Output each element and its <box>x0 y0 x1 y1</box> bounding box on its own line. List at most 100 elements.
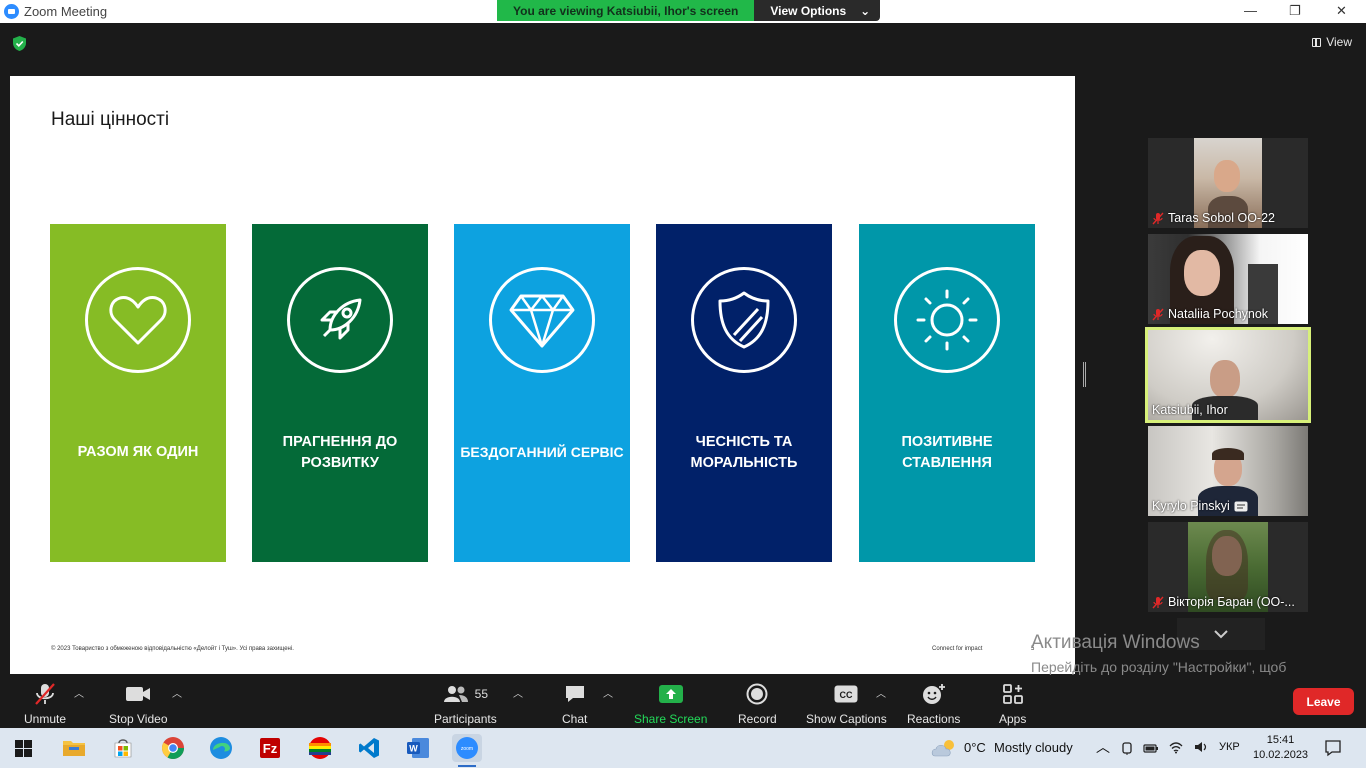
view-button[interactable]: View <box>1312 35 1352 49</box>
pride-app-taskbar-icon[interactable] <box>305 734 335 762</box>
window-title: Zoom Meeting <box>24 4 108 19</box>
chat-bubble-icon <box>565 685 584 702</box>
notifications-icon[interactable] <box>1324 739 1342 757</box>
sun-icon <box>894 267 1000 373</box>
svg-text:zoom: zoom <box>461 746 473 752</box>
participant-tile[interactable]: Вікторія Баран (ОО-... <box>1148 522 1308 612</box>
audio-options-caret-icon[interactable]: ︿ <box>74 685 84 700</box>
video-camera-icon <box>126 686 151 701</box>
weather-description[interactable]: Mostly cloudy <box>994 740 1073 755</box>
taskbar-clock[interactable]: 15:41 10.02.2023 <box>1253 733 1308 763</box>
meeting-tray-icon[interactable] <box>1120 741 1134 755</box>
apps-label: Apps <box>999 712 1027 726</box>
muted-mic-icon <box>35 682 55 705</box>
captions-options-caret-icon[interactable]: ︿ <box>876 685 886 700</box>
show-captions-button[interactable]: CC Show Captions <box>806 681 887 726</box>
share-screen-label: Share Screen <box>634 712 708 726</box>
chevron-down-icon: ⌄ <box>860 4 871 18</box>
clock-date: 10.02.2023 <box>1253 749 1309 761</box>
view-options-button[interactable]: View Options ⌄ <box>754 0 881 21</box>
file-explorer-taskbar-icon[interactable] <box>59 734 89 762</box>
windows-activation-title: Активація Windows <box>1031 632 1200 653</box>
stop-video-button[interactable]: Stop Video <box>109 681 168 726</box>
value-card-4: ЧЕСНІСТЬ ТА МОРАЛЬНІСТЬ <box>656 224 832 562</box>
participant-name-text: Taras Sobol ОО-22 <box>1168 211 1275 225</box>
heart-icon <box>85 267 191 373</box>
svg-text:Fz: Fz <box>263 741 278 756</box>
participants-options-caret-icon[interactable]: ︿ <box>513 685 523 700</box>
participants-label: Participants <box>434 712 497 726</box>
show-hidden-icons-chevron-icon[interactable]: ︿ <box>1096 737 1110 757</box>
reactions-button[interactable]: Reactions <box>907 681 960 726</box>
chat-options-caret-icon[interactable]: ︿ <box>603 685 613 700</box>
participant-name: Вікторія Баран (ОО-... <box>1152 595 1295 609</box>
svg-text:CC: CC <box>840 690 853 700</box>
viewing-banner: You are viewing Katsiubii, Ihor's screen… <box>497 0 881 21</box>
panel-splitter-handle[interactable] <box>1083 362 1086 387</box>
participant-tile[interactable]: Nataliia Pochynok <box>1148 234 1308 324</box>
wifi-icon[interactable] <box>1168 740 1184 754</box>
rocket-icon <box>287 267 393 373</box>
apps-button[interactable]: Apps <box>999 681 1026 726</box>
value-card-3: БЕЗДОГАННИЙ СЕРВІС <box>454 224 630 562</box>
unmute-button[interactable]: Unmute <box>24 681 66 726</box>
reactions-label: Reactions <box>907 712 961 726</box>
view-button-label: View <box>1326 35 1352 49</box>
value-card-5-label-line2: СТАВЛЕННЯ <box>902 455 992 471</box>
video-options-caret-icon[interactable]: ︿ <box>172 685 182 700</box>
value-card-2-label-line1: ПРАГНЕННЯ ДО <box>282 434 398 450</box>
vscode-taskbar-icon[interactable] <box>354 734 384 762</box>
participant-name-text: Nataliia Pochynok <box>1168 307 1269 321</box>
reactions-smiley-icon <box>922 683 945 704</box>
record-icon <box>746 683 768 704</box>
windows-start-button[interactable] <box>8 734 38 762</box>
restore-button[interactable]: ❐ <box>1289 3 1301 19</box>
participant-tile[interactable]: Taras Sobol ОО-22 <box>1148 138 1308 228</box>
participant-tile-active-speaker[interactable]: Katsiubii, Ihor <box>1145 327 1311 423</box>
edge-taskbar-icon[interactable] <box>206 734 236 762</box>
muted-mic-icon <box>1152 596 1164 608</box>
title-bar: Zoom Meeting You are viewing Katsiubii, … <box>0 0 1366 23</box>
value-card-2-label-line2: РОЗВИТКУ <box>301 455 379 471</box>
share-screen-button[interactable]: Share Screen <box>634 681 707 726</box>
participants-icon <box>443 685 468 702</box>
weather-cloudy-icon[interactable] <box>931 738 959 758</box>
participant-name: Taras Sobol ОО-22 <box>1152 211 1275 225</box>
record-label: Record <box>738 712 777 726</box>
participants-count: 55 <box>474 686 489 701</box>
value-card-1-label: РАЗОМ ЯК ОДИН <box>77 444 199 460</box>
chevron-down-icon <box>1214 630 1228 639</box>
chrome-taskbar-icon[interactable] <box>158 734 188 762</box>
word-taskbar-icon[interactable]: W <box>403 734 433 762</box>
minimize-button[interactable]: — <box>1244 3 1257 18</box>
stop-video-label: Stop Video <box>109 712 168 726</box>
zoom-taskbar-icon[interactable]: zoom <box>452 734 482 762</box>
value-card-1: РАЗОМ ЯК ОДИН <box>50 224 226 562</box>
close-button[interactable]: ✕ <box>1336 3 1347 19</box>
value-card-4-label-line1: ЧЕСНІСТЬ ТА <box>695 434 793 450</box>
shared-screen-slide: Наші цінності РАЗОМ ЯК ОДИН ПРАГНЕННЯ ДО… <box>10 76 1075 674</box>
zoom-app-icon <box>4 4 19 19</box>
leave-meeting-button[interactable]: Leave <box>1293 688 1354 715</box>
participant-name-text: Katsiubii, Ihor <box>1152 403 1228 417</box>
chat-button[interactable]: Chat <box>562 681 587 726</box>
keyboard-language[interactable]: УКР <box>1219 741 1240 753</box>
closed-captions-icon: CC <box>834 685 858 702</box>
participant-name: Kyrylo Pinskyi <box>1152 499 1248 513</box>
filezilla-taskbar-icon[interactable]: Fz <box>255 734 285 762</box>
svg-text:W: W <box>409 744 418 754</box>
battery-icon[interactable] <box>1143 741 1159 755</box>
slide-title: Наші цінності <box>51 109 170 130</box>
weather-temperature[interactable]: 0°C <box>964 740 986 755</box>
security-shield-icon[interactable] <box>11 35 28 52</box>
apps-icon <box>1002 683 1023 704</box>
record-button[interactable]: Record <box>738 681 777 726</box>
slide-tagline: Connect for impact <box>932 646 983 652</box>
volume-icon[interactable] <box>1193 740 1209 754</box>
value-card-5-label-line1: ПОЗИТИВНЕ <box>901 434 993 450</box>
participants-button[interactable]: 55 Participants <box>434 681 497 726</box>
participant-tile[interactable]: Kyrylo Pinskyi <box>1148 426 1308 516</box>
view-options-label: View Options <box>770 4 847 18</box>
microsoft-store-taskbar-icon[interactable] <box>108 734 138 762</box>
unmute-label: Unmute <box>24 712 67 726</box>
